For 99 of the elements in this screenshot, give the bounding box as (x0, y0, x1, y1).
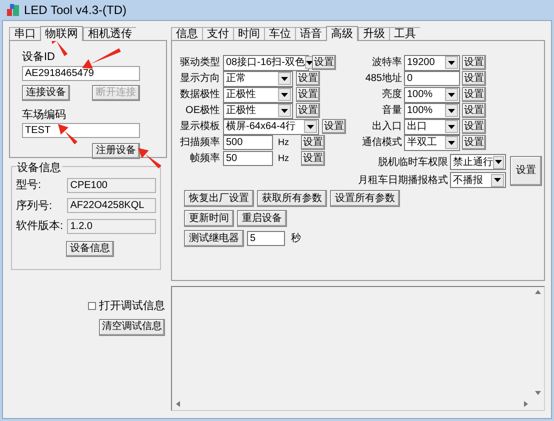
set-button[interactable]: 设置 (462, 55, 486, 70)
setting-label: 扫描频率 (179, 136, 220, 150)
setting-label: 显示方向 (179, 72, 220, 86)
scroll-down-icon[interactable] (535, 391, 541, 395)
set-button[interactable]: 设置 (301, 151, 325, 166)
scroll-up-icon[interactable] (535, 290, 541, 294)
set-button[interactable]: 设置 (462, 135, 486, 150)
dropdown[interactable]: 19200 (404, 54, 460, 70)
setting-label: 数据极性 (179, 88, 220, 102)
setting-label: 月租车日期播报格式 (358, 174, 448, 188)
setting-label: 波特率 (371, 56, 402, 70)
connect-button[interactable]: 连接设备 (22, 84, 70, 100)
set-button[interactable]: 设置 (301, 135, 325, 150)
set-button[interactable]: 设置 (462, 87, 486, 102)
dropdown-caret-icon (278, 72, 291, 85)
dropdown-caret-icon (445, 56, 458, 69)
register-button[interactable]: 注册设备 (92, 143, 140, 159)
scroll-right-icon[interactable] (524, 401, 528, 407)
dropdown[interactable]: 禁止通行 (450, 154, 506, 170)
info-field: AF22O4258KQL (67, 198, 156, 214)
dropdown[interactable]: 半双工 (404, 134, 460, 150)
annotation-arrow (82, 48, 121, 69)
dropdown[interactable]: 不播报 (450, 172, 506, 188)
action-button[interactable]: 测试继电器 (184, 230, 244, 247)
dropdown-caret-icon (304, 120, 317, 133)
set-button[interactable]: 设置 (296, 103, 320, 118)
dropdown-caret-icon (493, 156, 504, 168)
set-button[interactable]: 设置 (462, 119, 486, 134)
device-id-field[interactable]: AE2918465479 (22, 66, 140, 80)
tab[interactable]: 车位 (264, 27, 295, 40)
action-button[interactable]: 获取所有参数 (257, 190, 327, 207)
setting-label: 亮度 (381, 88, 402, 102)
setting-label: 脱机临时车权限 (378, 156, 448, 170)
dropdown[interactable]: 出口 (404, 118, 460, 134)
device-info-button[interactable]: 设备信息 (66, 240, 114, 256)
app-icon (6, 3, 20, 17)
dropdown-caret-icon (445, 136, 458, 149)
dropdown-caret-icon (491, 174, 504, 186)
device-id-label: 设备ID (22, 50, 55, 65)
setting-label: 通信模式 (361, 136, 402, 150)
annotation-arrow (58, 124, 78, 144)
checkbox-label: 打开调试信息 (99, 299, 165, 314)
set-button[interactable]: 设置 (312, 55, 336, 70)
parking-code-field[interactable]: TEST (22, 123, 140, 138)
set-button[interactable]: 设置 (322, 119, 346, 134)
dropdown[interactable]: 正极性 (223, 102, 293, 118)
setting-label: 音量 (381, 104, 402, 118)
set-button[interactable]: 设置 (296, 71, 320, 86)
dropdown-caret-icon (445, 120, 458, 133)
tab[interactable]: 高级 (326, 26, 358, 41)
tab[interactable]: 相机透传 (83, 27, 136, 40)
action-button[interactable]: 设置所有参数 (330, 190, 400, 207)
dropdown[interactable]: 正常 (223, 70, 293, 86)
dropdown[interactable]: 100% (404, 86, 460, 102)
set-button[interactable]: 设置 (462, 71, 486, 86)
dropdown[interactable]: 正极性 (223, 86, 293, 102)
tab[interactable]: 升级 (358, 27, 389, 40)
set-button[interactable]: 设置 (510, 156, 542, 186)
scroll-left-icon[interactable] (176, 401, 180, 407)
input-field[interactable]: 500 (223, 135, 273, 150)
input-field[interactable]: 0 (404, 71, 460, 86)
action-button[interactable]: 重启设备 (237, 210, 287, 227)
dropdown-caret-icon (445, 88, 458, 101)
input-field[interactable]: 50 (223, 151, 273, 166)
setting-label: 显示模板 (179, 120, 220, 134)
tab[interactable]: 信息 (171, 27, 202, 40)
unit-label: 秒 (291, 232, 301, 246)
info-field: CPE100 (67, 178, 156, 193)
tab[interactable]: 时间 (233, 27, 264, 40)
tab[interactable]: 支付 (202, 27, 233, 40)
setting-label: 帧频率 (189, 152, 220, 166)
dropdown[interactable]: 横屏-64x64-4行 (223, 118, 319, 134)
clear-debug-button[interactable]: 清空调试信息 (99, 318, 165, 336)
dropdown[interactable]: 08接口-16扫-双色 (223, 54, 309, 70)
field-label: 软件版本: (16, 219, 64, 234)
unit-label: Hz (278, 136, 290, 149)
action-button[interactable]: 恢复出厂设置 (184, 190, 254, 207)
setting-label: 出入口 (371, 120, 402, 134)
dropdown-caret-icon (278, 88, 291, 101)
field-label: 序列号: (16, 198, 54, 214)
dropdown-caret-icon (278, 104, 291, 117)
set-button[interactable]: 设置 (462, 103, 486, 118)
set-button[interactable]: 设置 (296, 87, 320, 102)
setting-label: 驱动类型 (179, 56, 220, 70)
tab[interactable]: 工具 (389, 27, 420, 40)
info-field: 1.2.0 (67, 218, 156, 234)
action-button[interactable]: 更新时间 (184, 210, 234, 227)
dropdown-caret-icon (445, 104, 458, 117)
seconds-field[interactable]: 5 (247, 231, 285, 246)
annotation-arrow (138, 148, 162, 169)
setting-label: 485地址 (364, 72, 402, 86)
dropdown[interactable]: 100% (404, 102, 460, 118)
window-title: LED Tool v4.3-(TD) (24, 2, 126, 19)
checkbox[interactable] (88, 302, 96, 310)
parking-code-label: 车场编码 (22, 108, 66, 122)
unit-label: Hz (278, 152, 290, 165)
field-label: 型号: (16, 178, 42, 193)
setting-label: OE极性 (184, 104, 220, 118)
tab[interactable]: 物联网 (40, 26, 83, 41)
